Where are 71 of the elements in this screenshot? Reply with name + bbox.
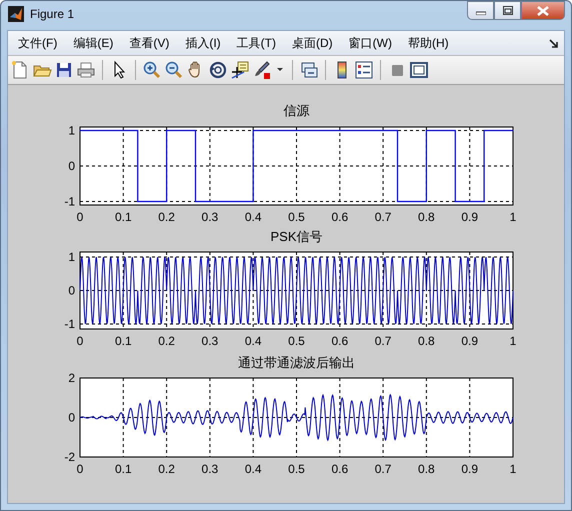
brush-icon[interactable]	[252, 60, 272, 80]
tick-label: 0.2	[158, 462, 175, 476]
menu-item[interactable]: 编辑(E)	[67, 32, 120, 54]
menu-item[interactable]: 桌面(D)	[286, 32, 339, 54]
plot-title: 通过带通滤波后输出	[238, 355, 355, 370]
tick-label: 0.4	[244, 462, 262, 476]
menu-item[interactable]: 插入(I)	[179, 32, 227, 54]
legend-icon[interactable]	[354, 60, 374, 80]
tick-label: 0	[68, 410, 75, 424]
zoom-in-icon[interactable]	[142, 60, 162, 80]
tick-label: 0.8	[418, 462, 435, 476]
tick-label: -1	[64, 194, 75, 208]
plot-frame-icon[interactable]	[409, 60, 429, 80]
menu-item[interactable]: 文件(F)	[12, 32, 64, 54]
printer-icon[interactable]	[76, 60, 96, 80]
tick-label: 0	[76, 210, 84, 224]
tick-label: 0.7	[374, 210, 392, 224]
zoom-out-icon[interactable]	[164, 60, 184, 80]
tick-label: -1	[64, 316, 75, 331]
tick-label: 0	[68, 284, 75, 298]
window-title: Figure 1	[30, 7, 76, 21]
minimize-button[interactable]	[467, 1, 494, 20]
menu-item[interactable]: 查看(V)	[123, 32, 176, 54]
app-icon	[8, 6, 24, 22]
tick-label: 1	[68, 250, 75, 264]
close-icon	[537, 6, 549, 16]
tick-label: 0	[76, 462, 84, 476]
tick-label: 0.2	[158, 210, 175, 224]
tick-label: -2	[64, 450, 75, 464]
tick-label: 0.5	[288, 210, 305, 224]
menu-item[interactable]: 窗口(W)	[342, 32, 398, 54]
tick-label: 0.1	[114, 210, 132, 224]
tick-label: 0.6	[331, 462, 348, 476]
tick-label: 0.6	[331, 334, 348, 348]
dock-icon[interactable]	[549, 38, 558, 48]
tick-label: 0.5	[288, 462, 305, 476]
tick-label: 0.5	[288, 334, 305, 348]
tick-label: 0.3	[202, 210, 218, 224]
menu-item[interactable]: 工具(T)	[230, 32, 282, 54]
tick-label: 1	[510, 210, 516, 224]
tick-label: 0.9	[461, 462, 478, 476]
tick-label: 2	[68, 371, 75, 385]
tick-label: 0.2	[158, 334, 175, 348]
data-cursor-icon[interactable]	[230, 60, 250, 80]
tick-label: 0.1	[114, 334, 132, 348]
tick-label: 1	[510, 462, 516, 476]
save-icon[interactable]	[54, 60, 74, 80]
tick-label: 1	[510, 334, 516, 348]
tick-label: 0.6	[331, 210, 348, 224]
tick-label: 0.1	[114, 462, 132, 476]
maximize-button[interactable]	[494, 1, 521, 20]
tick-label: 0.9	[461, 334, 478, 348]
tick-label: 0.3	[202, 462, 218, 476]
tick-label: 0.9	[461, 210, 478, 224]
tick-label: 0	[76, 334, 84, 348]
tick-label: 0.4	[244, 334, 262, 348]
tick-label: 1	[68, 124, 75, 138]
tick-label: 0.3	[202, 334, 218, 348]
tick-label: 0.7	[374, 462, 392, 476]
tick-label: 0.8	[418, 210, 435, 224]
rotate-icon[interactable]	[208, 60, 228, 80]
close-button[interactable]	[521, 1, 565, 20]
plot-title: 信源	[284, 103, 310, 118]
tick-label: 0.4	[244, 210, 262, 224]
restore-icon	[502, 6, 512, 15]
plot-title: PSK信号	[270, 229, 322, 244]
tick-label: 0.8	[418, 334, 435, 348]
tick-label: 0	[68, 159, 75, 173]
tick-label: 0.7	[374, 334, 392, 348]
linked-windows-icon[interactable]	[299, 60, 319, 80]
menu-item[interactable]: 帮助(H)	[402, 32, 455, 54]
